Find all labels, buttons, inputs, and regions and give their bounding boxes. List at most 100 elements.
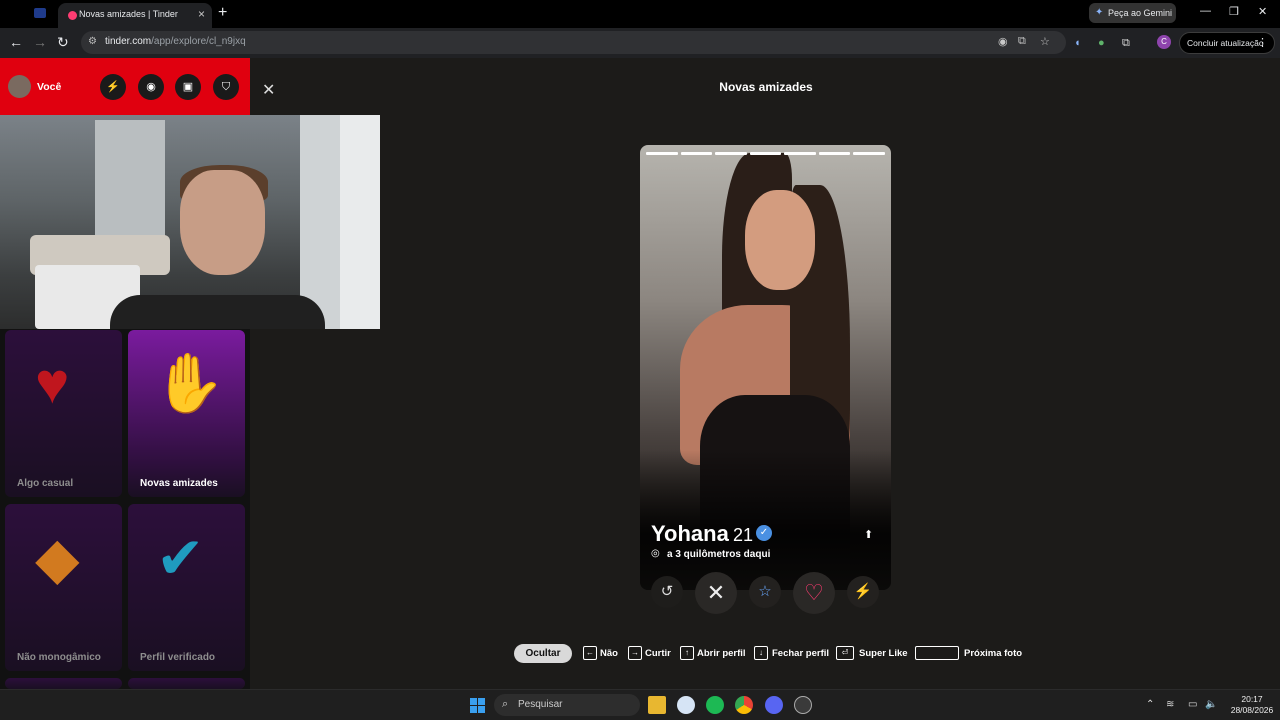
site-info-icon[interactable]: ⚙ xyxy=(88,36,97,47)
volume-icon[interactable]: 🔈 xyxy=(1205,699,1217,710)
page-title: Novas amizades xyxy=(719,80,813,94)
mode-card-label: Algo casual xyxy=(17,478,74,489)
gemini-button[interactable]: ✦ Peça ao Gemini xyxy=(1089,3,1176,23)
webcam-door xyxy=(340,115,380,329)
profile-card[interactable]: Yohana 21 ✓ ⬆ ◎ a 3 quilômetros daqui xyxy=(640,145,891,590)
hide-shortcuts-button[interactable]: Ocultar xyxy=(514,644,572,663)
like-button[interactable]: ♡ xyxy=(793,572,835,614)
key-right-icon: → xyxy=(628,646,642,660)
clock[interactable]: 20:17 28/08/2026 xyxy=(1228,694,1276,716)
address-bar[interactable]: ⚙ tinder.com/app/explore/cl_n9jxq ◉ ⧉ ☆ xyxy=(81,31,1066,54)
tray-chevron-icon[interactable]: ⌃ xyxy=(1146,699,1154,710)
rewind-button[interactable]: ↺ xyxy=(651,576,683,608)
url-text[interactable]: tinder.com/app/explore/cl_n9jxq xyxy=(105,36,246,47)
chrome-icon[interactable] xyxy=(735,696,753,714)
shortcut-label: Fechar perfil xyxy=(772,648,830,659)
boost-icon[interactable]: ⚡ xyxy=(100,74,126,100)
profile-avatar[interactable]: C xyxy=(1157,35,1171,49)
update-button[interactable]: Concluir atualização ⋮ xyxy=(1179,32,1275,54)
tab-strip: Novas amizades | Tinder × + ✦ Peça ao Ge… xyxy=(0,0,1280,28)
webcam-overlay xyxy=(0,115,380,329)
install-app-icon[interactable]: ⧉ xyxy=(1018,35,1026,48)
verified-badge-icon: ✔ xyxy=(156,526,205,591)
explore-compass-icon[interactable]: ◉ xyxy=(138,74,164,100)
mode-card-label: Novas amizades xyxy=(140,478,218,489)
location-pin-icon: ◎ xyxy=(651,548,660,559)
back-icon[interactable]: ← xyxy=(9,34,23,50)
extensions-puzzle-icon[interactable]: ⧉ xyxy=(1122,37,1130,50)
shortcut-label: Não xyxy=(600,648,618,659)
mode-card-verified[interactable]: ✔ Perfil verificado xyxy=(128,504,245,671)
heart-icon: ♡ xyxy=(804,580,824,605)
tab-close-icon[interactable]: × xyxy=(198,7,205,21)
open-profile-arrow-icon[interactable]: ⬆ xyxy=(864,528,873,541)
clock-time: 20:17 xyxy=(1241,694,1263,704)
mode-card-casual[interactable]: ♥ Algo casual xyxy=(5,330,122,497)
mode-card-partial[interactable] xyxy=(128,678,245,689)
photo-progress-segment[interactable] xyxy=(784,152,816,155)
minimize-icon[interactable]: — xyxy=(1200,5,1211,17)
spotify-icon[interactable] xyxy=(706,696,724,714)
reload-icon[interactable]: ↻ xyxy=(57,34,69,51)
sidebar-header: Você ⚡ ◉ ▣ ⛉ xyxy=(0,58,250,115)
waving-hand-icon: ✋ xyxy=(153,351,226,416)
close-explore-icon[interactable]: ✕ xyxy=(262,80,275,100)
file-explorer-icon[interactable] xyxy=(648,696,666,714)
new-tab-button[interactable]: + xyxy=(218,4,227,22)
mode-card-label: Não monogâmico xyxy=(17,652,101,663)
mode-card-partial[interactable] xyxy=(5,678,122,689)
windows-start-icon[interactable] xyxy=(470,698,485,713)
briefcase-icon[interactable]: ▣ xyxy=(175,74,201,100)
extension-audio-icon[interactable]: ◖ xyxy=(1074,37,1081,49)
tab-title: Novas amizades | Tinder xyxy=(79,9,178,19)
search-placeholder: Pesquisar xyxy=(518,699,563,710)
photo-progress-segment[interactable] xyxy=(646,152,678,155)
star-icon: ☆ xyxy=(758,583,772,600)
photo-gradient xyxy=(640,450,891,590)
shield-app-icon[interactable] xyxy=(677,696,695,714)
key-up-icon: ↑ xyxy=(680,646,694,660)
tinder-favicon-icon xyxy=(68,11,77,20)
gemini-icon: ✦ xyxy=(1095,7,1104,18)
menu-dots-icon[interactable]: ⋮ xyxy=(1257,36,1268,49)
you-label[interactable]: Você xyxy=(37,81,61,93)
photo-progress-segment[interactable] xyxy=(818,152,850,155)
pineapple-icon: ◆ xyxy=(35,526,80,591)
photo-face xyxy=(745,190,815,290)
browser-tab[interactable]: Novas amizades | Tinder × xyxy=(58,3,212,28)
clock-date: 28/08/2026 xyxy=(1230,705,1274,715)
close-x-icon: ✕ xyxy=(706,580,726,605)
photo-progress-segment[interactable] xyxy=(749,152,781,155)
super-like-button[interactable]: ☆ xyxy=(749,576,781,608)
shortcut-label: Super Like xyxy=(859,648,908,659)
user-avatar[interactable] xyxy=(8,75,31,98)
photo-progress-segment[interactable] xyxy=(853,152,885,155)
rewind-icon: ↺ xyxy=(660,583,674,600)
discord-icon[interactable] xyxy=(765,696,783,714)
tab-search-icon[interactable] xyxy=(34,8,46,18)
taskbar-search[interactable]: ⌕ Pesquisar xyxy=(494,694,640,716)
close-window-icon[interactable]: ✕ xyxy=(1258,5,1267,18)
photo-progress-segment[interactable] xyxy=(715,152,747,155)
safety-shield-icon[interactable]: ⛉ xyxy=(213,74,239,100)
verified-icon: ✓ xyxy=(756,525,772,541)
nope-button[interactable]: ✕ xyxy=(695,572,737,614)
display-icon[interactable]: ▭ xyxy=(1188,699,1197,710)
update-label: Concluir atualização xyxy=(1187,38,1264,48)
mode-card-label: Perfil verificado xyxy=(140,652,216,663)
mode-card-non-monogamous[interactable]: ◆ Não monogâmico xyxy=(5,504,122,671)
location-icon[interactable]: ◉ xyxy=(998,35,1008,48)
boost-button[interactable]: ⚡ xyxy=(847,576,879,608)
shortcut-label: Abrir perfil xyxy=(697,648,746,659)
webcam-person-face xyxy=(180,170,265,275)
network-icon[interactable]: ≋ xyxy=(1166,699,1174,710)
extension-shield-icon[interactable]: ● xyxy=(1098,37,1105,49)
bookmark-star-icon[interactable]: ☆ xyxy=(1040,35,1050,48)
gemini-label: Peça ao Gemini xyxy=(1108,8,1173,18)
app-icon[interactable] xyxy=(794,696,812,714)
restore-icon[interactable]: ❐ xyxy=(1229,5,1239,18)
forward-icon[interactable]: → xyxy=(33,34,47,50)
mode-card-new-friends[interactable]: ✋ Novas amizades xyxy=(128,330,245,497)
profile-age: 21 xyxy=(733,525,754,545)
photo-progress-segment[interactable] xyxy=(680,152,712,155)
